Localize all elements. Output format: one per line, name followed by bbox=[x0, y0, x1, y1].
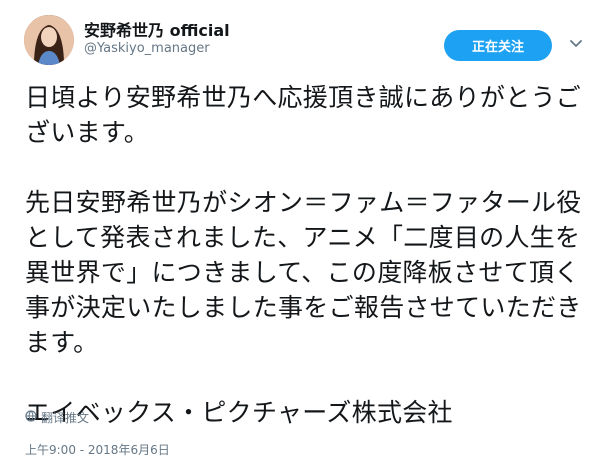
translate-tweet-link[interactable]: 翻译推文 bbox=[25, 409, 89, 426]
chevron-down-icon[interactable] bbox=[568, 36, 584, 52]
display-name[interactable]: 安野希世乃 official bbox=[84, 17, 230, 41]
tweet-paragraph: エイベックス・ピクチャーズ株式会社 bbox=[25, 398, 453, 427]
tweet-paragraph: 日頃より安野希世乃へ応援頂き誠にありがとうございます。 bbox=[25, 83, 582, 147]
profile-photo bbox=[24, 15, 74, 65]
tweet-text: 日頃より安野希世乃へ応援頂き誠にありがとうございます。 先日安野希世乃がシオン＝… bbox=[25, 80, 590, 430]
tweet-timestamp[interactable]: 上午9:00 - 2018年6月6日 bbox=[25, 441, 170, 458]
screen-name[interactable]: @Yaskiyo_manager bbox=[84, 41, 210, 56]
translate-label: 翻译推文 bbox=[41, 411, 90, 425]
tweet-paragraph: 先日安野希世乃がシオン＝ファム＝ファタール役として発表されました、アニメ「二度目… bbox=[25, 188, 582, 357]
following-button[interactable]: 正在关注 bbox=[444, 30, 552, 61]
globe-icon bbox=[25, 410, 37, 425]
avatar[interactable] bbox=[24, 15, 74, 65]
tweet: 安野希世乃 official @Yaskiyo_manager 正在关注 日頃よ… bbox=[0, 0, 606, 469]
